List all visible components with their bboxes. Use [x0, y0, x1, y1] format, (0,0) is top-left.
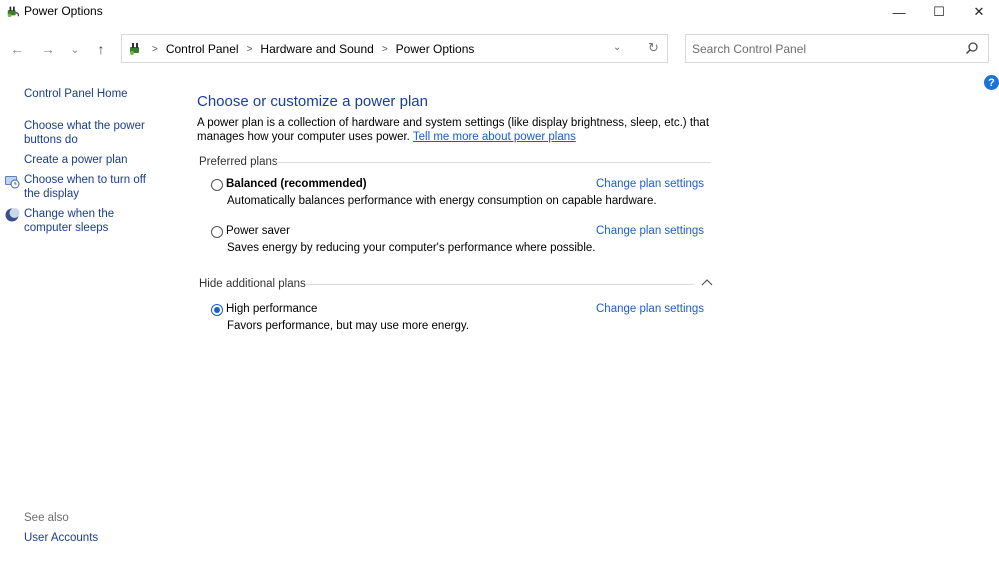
page-description: A power plan is a collection of hardware… [197, 117, 727, 144]
title-bar: Power Options — ☐ ✕ [0, 0, 999, 24]
search-box[interactable] [685, 34, 989, 63]
close-button[interactable]: ✕ [959, 0, 999, 24]
minimize-icon: — [893, 5, 906, 20]
plan-name-high-performance[interactable]: High performance [226, 303, 317, 315]
breadcrumb-power-options[interactable]: Power Options [396, 42, 475, 56]
minimize-button[interactable]: — [879, 0, 919, 24]
chevron-right-icon: > [152, 44, 158, 55]
hide-additional-plans-label[interactable]: Hide additional plans [199, 278, 306, 290]
see-also-user-accounts[interactable]: User Accounts [24, 532, 164, 546]
monitor-clock-icon [4, 173, 20, 189]
chevron-up-icon[interactable] [700, 277, 714, 289]
sidebar-link-create-plan[interactable]: Create a power plan [24, 154, 164, 168]
additional-plans-divider [306, 284, 694, 285]
search-icon[interactable] [965, 41, 979, 55]
breadcrumb-control-panel[interactable]: Control Panel [166, 42, 239, 56]
chevron-right-icon: > [247, 44, 253, 55]
sidebar-link-power-buttons[interactable]: Choose what the power buttons do [24, 120, 164, 147]
breadcrumb-hardware-and-sound[interactable]: Hardware and Sound [260, 42, 373, 56]
address-bar[interactable]: > Control Panel > Hardware and Sound > P… [121, 34, 668, 63]
preferred-plans-divider [276, 162, 711, 163]
chevron-down-icon: ⌄ [70, 43, 79, 56]
maximize-icon: ☐ [933, 4, 945, 20]
window-title: Power Options [24, 4, 103, 18]
close-icon: ✕ [974, 4, 985, 20]
back-button[interactable]: ← [6, 38, 28, 60]
chevron-right-icon: > [382, 44, 388, 55]
plan-name-power-saver[interactable]: Power saver [226, 225, 290, 237]
forward-button[interactable]: → [37, 38, 59, 60]
arrow-up-icon: ↑ [98, 41, 105, 57]
learn-more-link[interactable]: Tell me more about power plans [413, 131, 576, 143]
sidebar-link-turn-off-display[interactable]: Choose when to turn off the display [24, 174, 164, 201]
refresh-icon[interactable]: ↻ [648, 40, 659, 56]
breadcrumb: > Control Panel > Hardware and Sound > P… [152, 42, 474, 56]
maximize-button[interactable]: ☐ [919, 0, 959, 24]
sidebar-link-computer-sleeps[interactable]: Change when the computer sleeps [24, 208, 164, 235]
plan-name-balanced[interactable]: Balanced (recommended) [226, 178, 367, 190]
plan-description-high-performance: Favors performance, but may use more ene… [227, 320, 469, 332]
see-also-label: See also [24, 512, 69, 524]
sidebar-link-control-panel-home[interactable]: Control Panel Home [24, 88, 164, 102]
recent-locations-button[interactable]: ⌄ [64, 38, 86, 60]
preferred-plans-label: Preferred plans [199, 156, 278, 168]
search-input[interactable] [692, 40, 952, 58]
control-panel-icon [128, 40, 144, 56]
plan-radio-high-performance[interactable] [211, 304, 223, 316]
help-icon[interactable]: ? [984, 75, 999, 90]
plan-radio-power-saver[interactable] [211, 226, 223, 238]
moon-icon [4, 207, 20, 223]
page-title: Choose or customize a power plan [197, 93, 428, 110]
address-dropdown-icon[interactable]: ⌄ [613, 42, 621, 53]
change-plan-settings-balanced[interactable]: Change plan settings [596, 178, 704, 190]
change-plan-settings-power-saver[interactable]: Change plan settings [596, 225, 704, 237]
arrow-left-icon: ← [10, 41, 24, 57]
power-options-icon [6, 4, 20, 18]
plan-description-balanced: Automatically balances performance with … [227, 195, 657, 207]
up-button[interactable]: ↑ [90, 38, 112, 60]
plan-description-power-saver: Saves energy by reducing your computer's… [227, 242, 595, 254]
arrow-right-icon: → [41, 41, 55, 57]
plan-radio-balanced[interactable] [211, 179, 223, 191]
change-plan-settings-high-performance[interactable]: Change plan settings [596, 303, 704, 315]
